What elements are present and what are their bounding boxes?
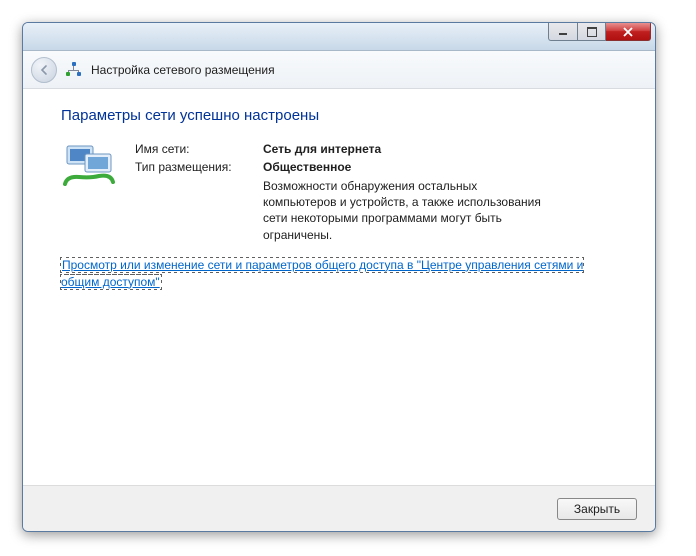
- network-info-row: Имя сети: Сеть для интернета Тип размеще…: [61, 142, 617, 243]
- network-name-value: Сеть для интернета: [263, 142, 381, 156]
- location-type-row: Тип размещения: Общественное: [135, 160, 617, 174]
- network-computers-icon: [61, 142, 119, 243]
- network-center-link[interactable]: Просмотр или изменение сети и параметров…: [61, 258, 583, 289]
- header-title: Настройка сетевого размещения: [91, 63, 275, 77]
- close-window-button[interactable]: [606, 23, 651, 41]
- main-heading: Параметры сети успешно настроены: [61, 107, 617, 124]
- dialog-window: Настройка сетевого размещения Параметры …: [22, 22, 656, 532]
- titlebar[interactable]: [23, 23, 655, 51]
- network-name-row: Имя сети: Сеть для интернета: [135, 142, 617, 156]
- maximize-button[interactable]: [577, 23, 606, 41]
- content-area: Параметры сети успешно настроены Имя сет…: [23, 89, 655, 290]
- footer-bar: Закрыть: [23, 485, 655, 531]
- minimize-button[interactable]: [548, 23, 577, 41]
- location-type-label: Тип размещения:: [135, 160, 263, 174]
- network-icon: [65, 62, 83, 78]
- location-type-value: Общественное: [263, 160, 351, 174]
- location-description: Возможности обнаружения остальных компью…: [263, 178, 553, 243]
- header-bar: Настройка сетевого размещения: [23, 51, 655, 89]
- info-grid: Имя сети: Сеть для интернета Тип размеще…: [135, 142, 617, 243]
- network-name-label: Имя сети:: [135, 142, 263, 156]
- window-controls: [548, 23, 651, 41]
- back-button[interactable]: [31, 57, 57, 83]
- link-row: Просмотр или изменение сети и параметров…: [61, 257, 617, 291]
- close-button[interactable]: Закрыть: [557, 498, 637, 520]
